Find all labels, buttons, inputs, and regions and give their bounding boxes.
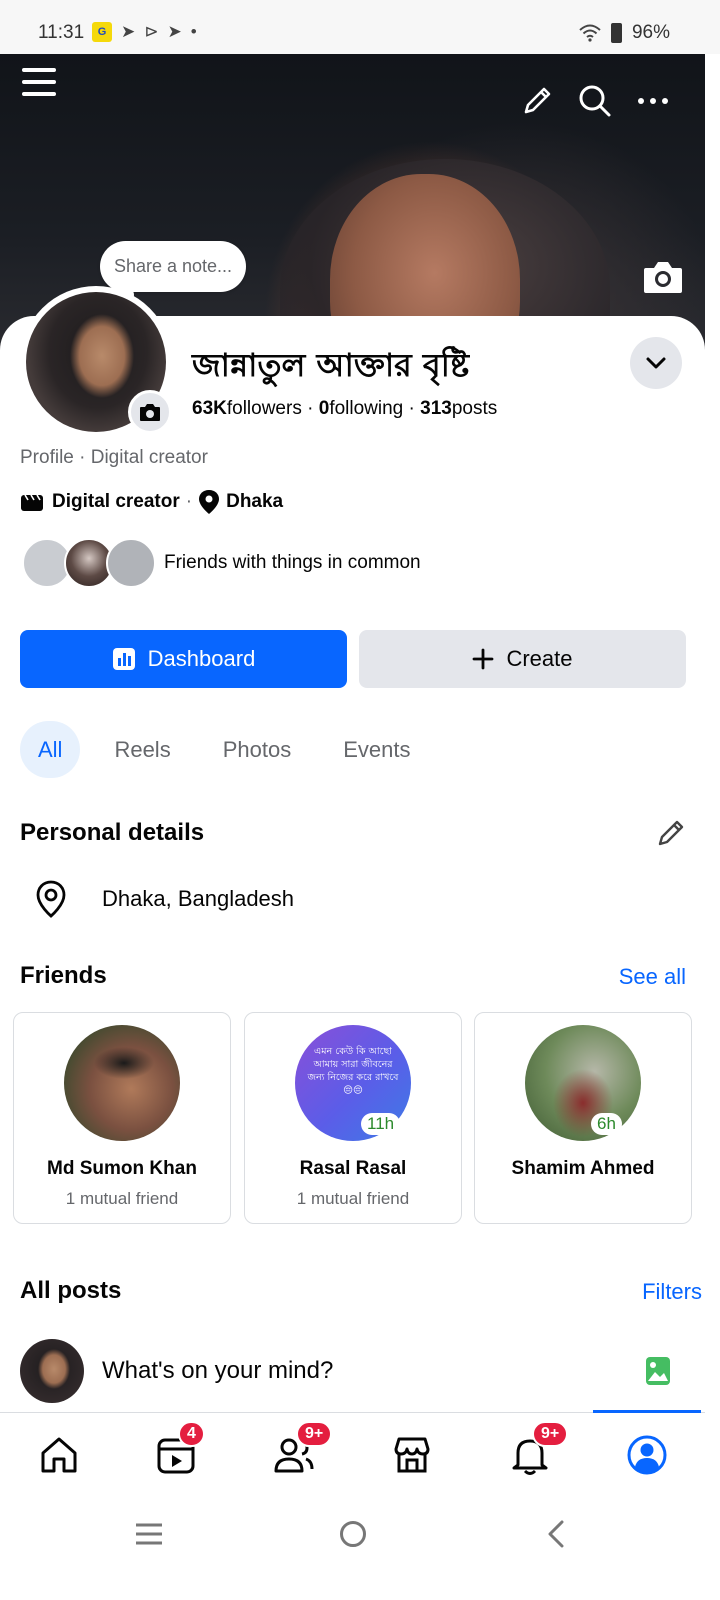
home-button-icon[interactable]: [339, 1520, 367, 1548]
profile-meta: Digital creator · Dhaka: [20, 489, 283, 515]
search-icon[interactable]: [576, 82, 614, 120]
nav-marketplace[interactable]: [390, 1433, 434, 1477]
marketplace-icon: [394, 1437, 430, 1473]
nav-video[interactable]: 4: [154, 1421, 205, 1477]
dashboard-button[interactable]: Dashboard: [20, 630, 347, 688]
dashboard-icon: [112, 647, 136, 671]
composer-avatar: [20, 1339, 84, 1403]
location-detail-text: Dhaka, Bangladesh: [102, 886, 295, 911]
friends-title: Friends: [20, 962, 107, 989]
nav-friends[interactable]: 9+: [272, 1421, 333, 1477]
tab-reels[interactable]: Reels: [96, 721, 188, 778]
bottom-nav: 4 9+ 9+: [0, 1410, 705, 1500]
mutual-friends: 1 mutual friend: [65, 1189, 179, 1208]
notification-icons: G ➤ ⊳ ➤ •: [92, 22, 197, 42]
see-all-friends-link[interactable]: See all: [619, 964, 686, 990]
profile-icon: [627, 1435, 667, 1475]
status-right: 96%: [579, 22, 670, 44]
wifi-icon: [579, 24, 601, 42]
category-label: Digital creator: [52, 491, 180, 512]
profile-stats: 63Kfollowers · 0following · 313posts: [192, 398, 498, 419]
active-tab-indicator: [593, 1410, 701, 1413]
home-icon: [41, 1437, 77, 1473]
more-notifications-icon: •: [190, 22, 197, 41]
edit-icon[interactable]: [520, 84, 554, 118]
story-time-badge: 11h: [361, 1113, 401, 1135]
friends-common-label: Friends with things in common: [164, 552, 421, 573]
location-outline-icon: [36, 880, 66, 918]
create-label: Create: [506, 646, 573, 671]
video-badge: 4: [178, 1421, 205, 1447]
nav-profile[interactable]: [625, 1433, 669, 1477]
photo-icon[interactable]: [645, 1356, 671, 1386]
plus-icon: [472, 648, 494, 670]
cover-camera-icon[interactable]: [642, 258, 684, 296]
friend-name: Shamim Ahmed: [511, 1158, 655, 1179]
location-detail: Dhaka, Bangladesh: [36, 880, 294, 918]
clapperboard-icon: [21, 494, 43, 511]
friend-card[interactable]: Md Sumon Khan 1 mutual friend: [13, 1012, 231, 1224]
all-posts-title: All posts: [20, 1277, 122, 1304]
more-icon[interactable]: [636, 84, 670, 118]
tab-photos[interactable]: Photos: [205, 721, 310, 778]
location-label: Dhaka: [226, 491, 284, 512]
telegram-icon: ➤: [121, 22, 136, 41]
friend-avatar: [106, 538, 156, 588]
friends-in-common[interactable]: Friends with things in common: [22, 538, 421, 588]
friend-name: Rasal Rasal: [299, 1158, 407, 1179]
friend-name: Md Sumon Khan: [47, 1158, 197, 1179]
app-icon: ⊳: [144, 22, 159, 41]
followers-count[interactable]: 63K: [192, 398, 227, 419]
story-text: এমন কেউ কি আছো আমায় সারা জীবনের জন্য নি…: [307, 1046, 399, 1096]
chevron-down-icon: [646, 357, 666, 369]
following-label[interactable]: following: [329, 398, 403, 419]
friend-card[interactable]: এমন কেউ কি আছো আমায় সারা জীবনের জন্য নি…: [244, 1012, 462, 1224]
filters-link[interactable]: Filters: [642, 1279, 702, 1305]
system-nav-bar: [0, 1500, 720, 1600]
nav-home[interactable]: [37, 1433, 81, 1477]
battery-level: 96%: [631, 22, 670, 43]
posts-label: posts: [451, 398, 498, 419]
friend-card[interactable]: 6h Shamim Ahmed: [474, 1012, 692, 1224]
profile-tabs: All Reels Photos Events: [20, 721, 444, 778]
status-bar: 11:31 G ➤ ⊳ ➤ • 96%: [0, 0, 720, 54]
notifications-badge: 9+: [532, 1421, 569, 1447]
location-pin-icon: [199, 490, 220, 514]
tab-all[interactable]: All: [20, 721, 81, 778]
create-button[interactable]: Create: [359, 630, 686, 688]
posts-count: 313: [420, 398, 452, 419]
profile-type: Profile · Digital creator: [20, 447, 208, 468]
friend-avatar: [525, 1025, 641, 1141]
app-notification-icon: G: [92, 22, 112, 42]
followers-label[interactable]: followers: [227, 398, 302, 419]
dashboard-label: Dashboard: [147, 646, 256, 671]
battery-icon: [610, 23, 622, 43]
mutual-friends: 1 mutual friend: [296, 1189, 410, 1208]
telegram-icon: ➤: [167, 22, 182, 41]
share-note-bubble[interactable]: Share a note...: [100, 241, 246, 292]
status-time: 11:31: [38, 22, 85, 43]
post-composer[interactable]: What's on your mind?: [20, 1339, 333, 1403]
profile-sheet: [0, 316, 705, 1416]
menu-icon[interactable]: [22, 68, 56, 100]
composer-placeholder[interactable]: What's on your mind?: [102, 1357, 333, 1385]
personal-details-title: Personal details: [20, 819, 205, 846]
back-icon[interactable]: [546, 1520, 566, 1548]
nav-notifications[interactable]: 9+: [508, 1421, 569, 1477]
profile-name: জান্নাতুল আক্তার বৃষ্টি: [192, 346, 470, 384]
friends-badge: 9+: [296, 1421, 333, 1447]
tab-events[interactable]: Events: [325, 721, 428, 778]
recent-apps-icon[interactable]: [134, 1522, 164, 1546]
profile-options-button[interactable]: [630, 337, 682, 389]
following-count[interactable]: 0: [319, 398, 330, 419]
story-time-badge: 6h: [591, 1113, 622, 1135]
edit-details-icon[interactable]: [655, 817, 687, 849]
friend-avatar: [64, 1025, 180, 1141]
avatar-camera-icon[interactable]: [128, 390, 172, 434]
